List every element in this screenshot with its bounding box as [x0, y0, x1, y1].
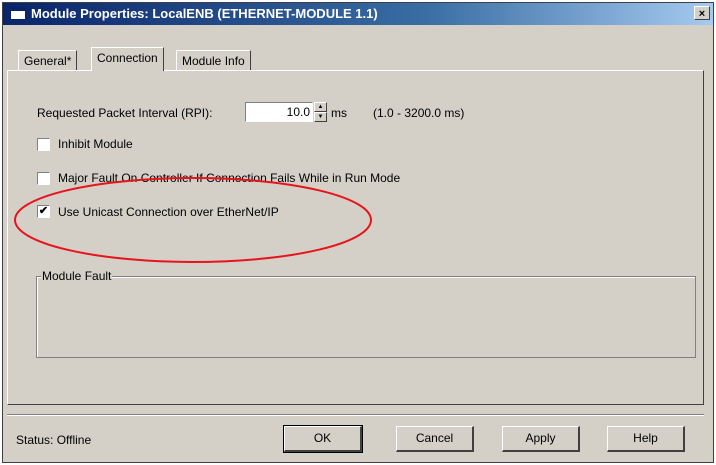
inhibit-module-checkbox[interactable]	[37, 138, 50, 151]
cancel-button[interactable]: Cancel	[396, 426, 474, 452]
footer-separator	[7, 414, 704, 416]
apply-button[interactable]: Apply	[502, 426, 580, 452]
module-fault-groupbox: Module Fault	[36, 269, 696, 358]
status-text: Status: Offline	[16, 433, 92, 447]
unicast-connection-label[interactable]: Use Unicast Connection over EtherNet/IP	[58, 205, 279, 219]
rpi-label: Requested Packet Interval (RPI):	[37, 106, 213, 120]
module-fault-label: Module Fault	[41, 269, 113, 283]
spinner-down-icon[interactable]: ▼	[314, 112, 327, 122]
major-fault-label[interactable]: Major Fault On Controller If Connection …	[58, 171, 400, 185]
help-button[interactable]: Help	[607, 426, 685, 452]
unicast-connection-checkbox[interactable]: ✔	[37, 205, 50, 218]
rpi-spinner[interactable]: ▲ ▼	[314, 102, 327, 122]
rpi-unit: ms	[331, 106, 347, 120]
major-fault-checkbox[interactable]	[37, 172, 50, 185]
rpi-range: (1.0 - 3200.0 ms)	[373, 106, 465, 120]
inhibit-module-label[interactable]: Inhibit Module	[58, 137, 133, 151]
ok-button[interactable]: OK	[283, 425, 363, 453]
spinner-up-icon[interactable]: ▲	[314, 102, 327, 112]
rpi-input[interactable]: 10.0	[245, 102, 313, 122]
